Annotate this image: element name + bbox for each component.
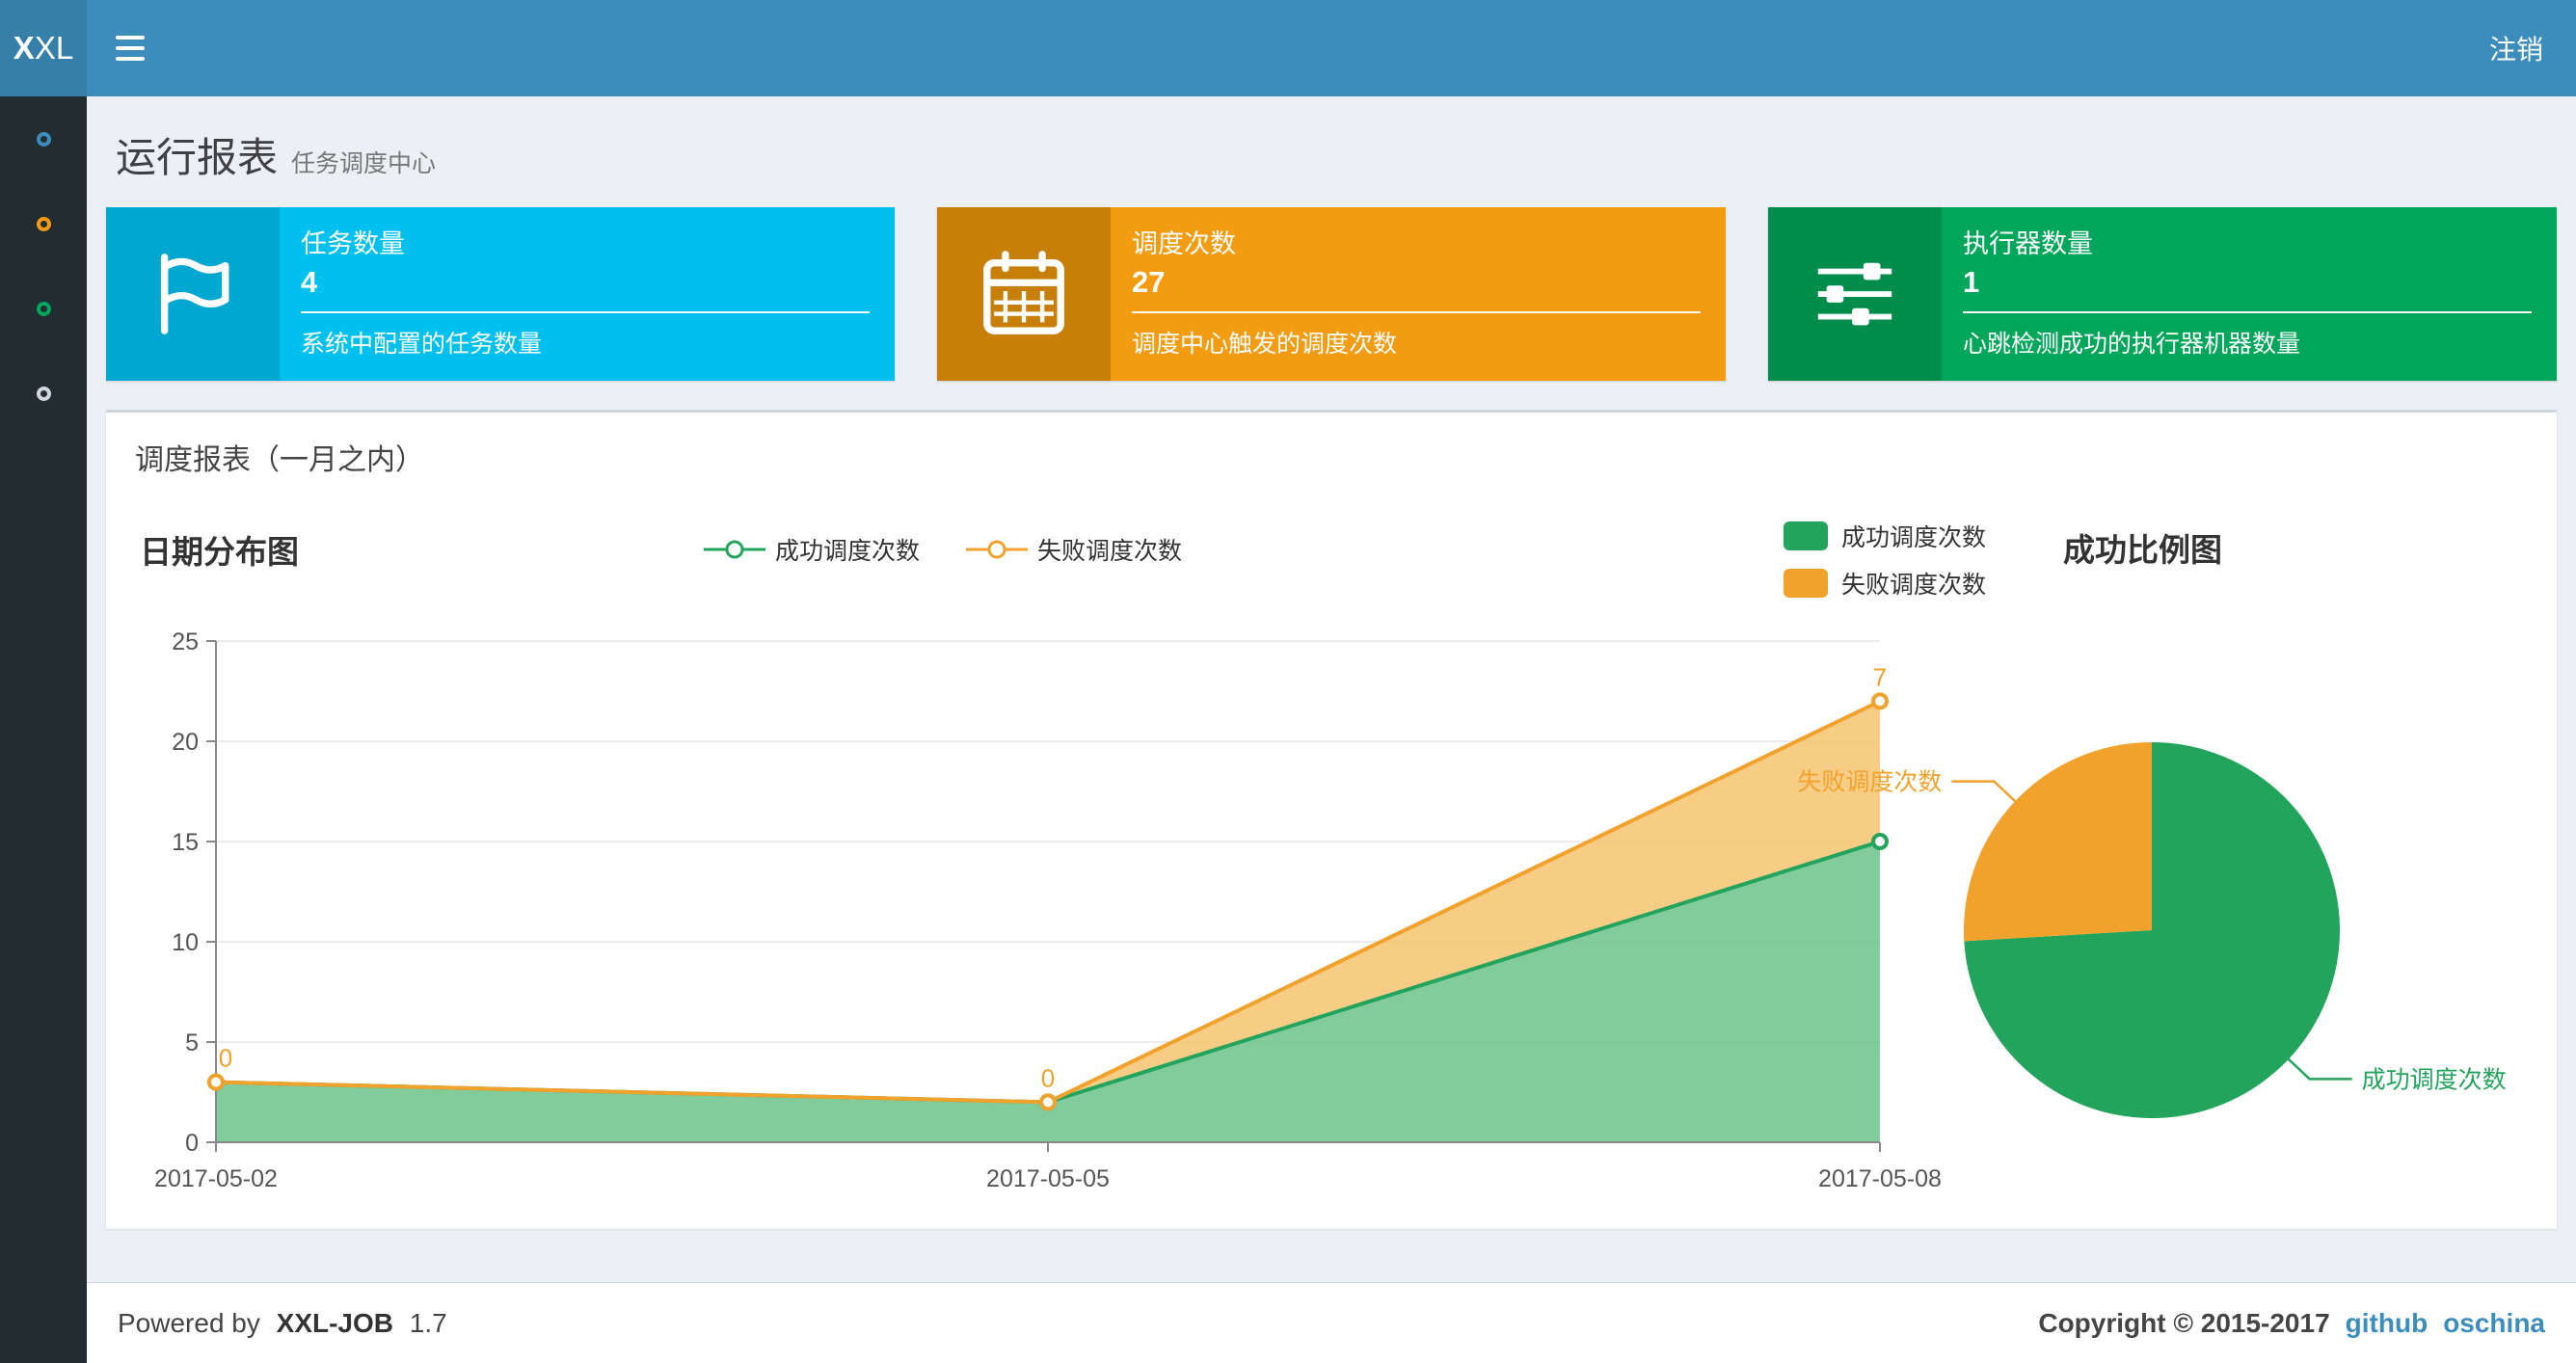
- svg-text:2017-05-02: 2017-05-02: [154, 1165, 278, 1192]
- sidebar-item[interactable]: [0, 181, 87, 266]
- app-logo-text: XL: [34, 30, 74, 66]
- svg-text:7: 7: [1873, 662, 1887, 691]
- hamburger-icon: [116, 46, 145, 50]
- info-box-description: 调度中心触发的调度次数: [1132, 331, 1398, 358]
- line-chart-legend: 成功调度次数 失败调度次数: [704, 532, 1182, 567]
- powered-by: Powered by XXL-JOB 1.7: [118, 1308, 447, 1339]
- legend-label: 成功调度次数: [1841, 524, 1987, 551]
- svg-text:15: 15: [172, 829, 199, 856]
- info-box-jobs: 任务数量 4 系统中配置的任务数量: [106, 207, 895, 381]
- info-box-description: 系统中配置的任务数量: [301, 331, 543, 358]
- report-panel: 调度报表（一月之内） 日期分布图 成功调度次数 失败调度次数 成功调度次数 失败调度…: [106, 410, 2557, 1229]
- pie-chart-title: 成功比例图: [2063, 532, 2222, 568]
- svg-text:2017-05-08: 2017-05-08: [1818, 1165, 1942, 1192]
- app-logo-text-bold: X: [13, 30, 35, 66]
- info-box-label: 调度次数: [1132, 229, 1236, 258]
- divider: [1963, 311, 2532, 313]
- legend-label: 失败调度次数: [1037, 538, 1183, 565]
- page-header: 运行报表 任务调度中心: [87, 96, 2576, 207]
- copyright-text: Copyright © 2015-2017: [2038, 1307, 2330, 1338]
- hamburger-icon: [116, 57, 145, 61]
- footer: Powered by XXL-JOB 1.7 Copyright © 2015-…: [87, 1282, 2576, 1363]
- divider: [301, 311, 870, 313]
- line-marker-icon: [704, 540, 765, 559]
- report-panel-title: 调度报表（一月之内）: [135, 444, 424, 476]
- svg-text:25: 25: [172, 628, 199, 655]
- info-box-value: 27: [1132, 265, 1166, 299]
- line-marker-icon: [966, 540, 1029, 559]
- flag-icon: [106, 207, 280, 381]
- github-link[interactable]: github: [2346, 1308, 2428, 1339]
- sidebar-item[interactable]: [0, 351, 87, 436]
- svg-text:20: 20: [172, 729, 199, 756]
- summary-info-boxes: 任务数量 4 系统中配置的任务数量 调度次数 27 调度中心触发的调度次数 执行…: [106, 207, 2557, 381]
- powered-by-prefix: Powered by: [118, 1307, 260, 1338]
- sidebar-toggle-button[interactable]: [87, 0, 174, 96]
- product-name: XXL-JOB: [276, 1307, 394, 1338]
- svg-text:0: 0: [185, 1130, 199, 1157]
- info-box-content: 调度次数 27 调度中心触发的调度次数: [1111, 207, 1726, 381]
- info-box-label: 执行器数量: [1963, 229, 2093, 258]
- info-box-description: 心跳检测成功的执行器机器数量: [1963, 331, 2301, 358]
- svg-text:2017-05-05: 2017-05-05: [986, 1165, 1110, 1192]
- report-panel-body: 日期分布图 成功调度次数 失败调度次数 成功调度次数 失败调度次数 成功比例图 05…: [106, 501, 2557, 1229]
- copyright-area: Copyright © 2015-2017 github oschina: [2038, 1308, 2545, 1339]
- navbar: 注销: [87, 0, 2576, 96]
- svg-text:10: 10: [172, 929, 199, 956]
- hamburger-icon: [116, 36, 145, 40]
- legend-item[interactable]: 失败调度次数: [966, 532, 1182, 567]
- pie-chart-legend: 成功调度次数 失败调度次数: [1784, 519, 1986, 601]
- legend-label: 失败调度次数: [1841, 572, 1987, 599]
- charts-canvas: 05101520252017-05-02 2017-05-05 2017-05-08…: [154, 628, 2507, 1192]
- divider: [1132, 311, 1701, 313]
- legend-item[interactable]: 失败调度次数: [1784, 566, 1986, 601]
- svg-text:失败调度次数: 失败调度次数: [1797, 769, 1942, 796]
- legend-item[interactable]: 成功调度次数: [1784, 519, 1986, 553]
- page-title: 运行报表: [116, 135, 279, 180]
- circle-outline-icon: [36, 216, 51, 231]
- oschina-link[interactable]: oschina: [2443, 1308, 2545, 1339]
- sidebar-item[interactable]: [0, 266, 87, 351]
- sidebar-menu: [0, 96, 87, 436]
- info-box-value: 4: [301, 265, 318, 299]
- svg-text:5: 5: [185, 1029, 199, 1056]
- legend-label: 成功调度次数: [775, 538, 921, 565]
- sliders-icon: [1768, 207, 1942, 381]
- circle-outline-icon: [36, 131, 51, 147]
- info-box-executors: 执行器数量 1 心跳检测成功的执行器机器数量: [1768, 207, 2557, 381]
- info-box-label: 任务数量: [301, 229, 405, 258]
- sidebar: [0, 96, 87, 1363]
- logout-link[interactable]: 注销: [2456, 29, 2576, 67]
- content-area: 运行报表 任务调度中心 任务数量 4 系统中配置的任务数量 调度次数 27 调度…: [87, 96, 2576, 1282]
- info-box-triggers: 调度次数 27 调度中心触发的调度次数: [937, 207, 1726, 381]
- info-box-content: 任务数量 4 系统中配置的任务数量: [280, 207, 895, 381]
- top-navbar: X XL 注销: [0, 0, 2576, 96]
- info-box-value: 1: [1963, 265, 1980, 299]
- legend-swatch-icon: [1784, 521, 1828, 550]
- page-subtitle: 任务调度中心: [291, 150, 437, 177]
- circle-outline-icon: [36, 386, 51, 401]
- line-chart-title: 日期分布图: [140, 534, 299, 570]
- product-version: 1.7: [409, 1307, 447, 1338]
- sidebar-item[interactable]: [0, 96, 87, 181]
- legend-item[interactable]: 成功调度次数: [704, 532, 920, 567]
- svg-text:成功调度次数: 成功调度次数: [2362, 1066, 2507, 1093]
- info-box-content: 执行器数量 1 心跳检测成功的执行器机器数量: [1942, 207, 2557, 381]
- svg-text:0: 0: [1041, 1063, 1055, 1092]
- app-logo[interactable]: X XL: [0, 0, 87, 96]
- calendar-icon: [937, 207, 1111, 381]
- circle-outline-icon: [36, 301, 51, 316]
- legend-swatch-icon: [1784, 569, 1828, 598]
- svg-text:0: 0: [219, 1044, 232, 1073]
